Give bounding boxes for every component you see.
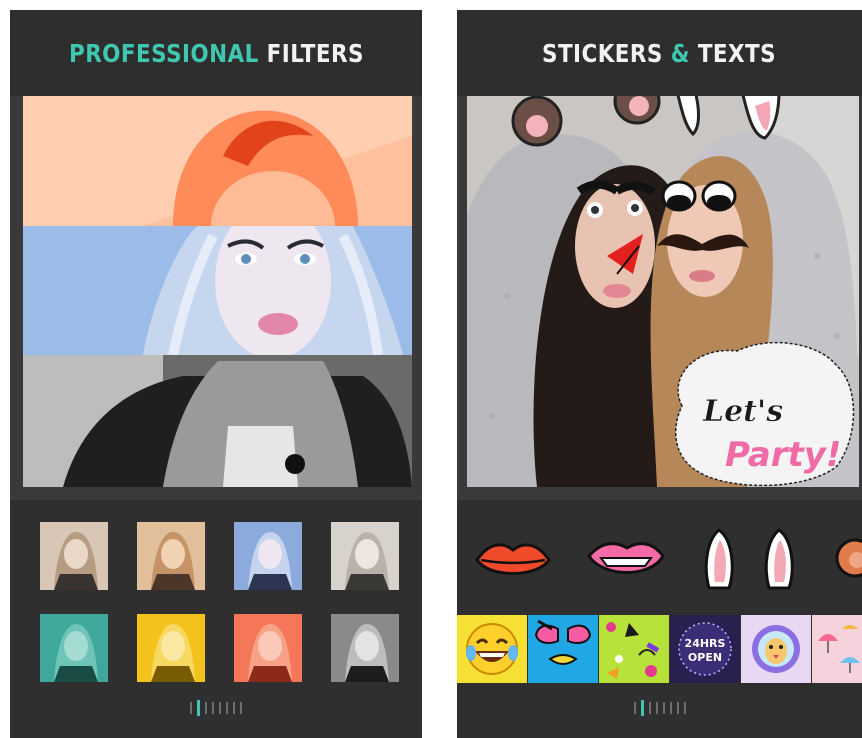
page-tick-active — [640, 700, 644, 716]
filters-header: PROFESSIONAL FILTERS — [10, 10, 422, 96]
page-tick — [219, 702, 221, 714]
sticker-tile-laughing-emoji[interactable] — [457, 615, 527, 683]
filters-title-accent: PROFESSIONAL — [68, 38, 259, 68]
lips-sticker-pink[interactable] — [587, 536, 665, 587]
stickers-header: STICKERS & TEXTS — [457, 10, 862, 96]
page-tick — [205, 702, 207, 714]
filters-page-indicator[interactable] — [10, 700, 422, 716]
filters-tray — [10, 500, 422, 738]
lets-party-line1: Let's — [702, 394, 783, 429]
page-tick — [212, 702, 214, 714]
page-tick — [240, 702, 242, 714]
sticker-tile-24hrs-open[interactable]: 24HRS OPEN — [670, 615, 740, 683]
filter-thumbnails — [40, 522, 399, 682]
page-tick — [655, 702, 658, 714]
stickers-tray: 24HRS OPEN — [457, 500, 862, 738]
filter-thumb-mono[interactable] — [331, 614, 399, 682]
stickers-title-part1: STICKERS — [542, 38, 664, 68]
filters-title: PROFESSIONAL FILTERS — [69, 39, 364, 68]
filter-thumb-original[interactable] — [40, 522, 108, 590]
filter-preview-photo[interactable] — [23, 96, 412, 487]
lets-party-line2: Party! — [725, 435, 841, 475]
page-tick — [669, 702, 672, 714]
sticker-tile-lion[interactable] — [741, 615, 811, 683]
lets-party-sticker[interactable]: Let's Party! — [675, 341, 855, 487]
filter-preview-illustration — [23, 96, 412, 487]
sticker-preview-illustration: Let's Party! — [467, 96, 859, 487]
clock-sticker-line2: OPEN — [688, 651, 722, 664]
stickers-page-indicator[interactable] — [457, 700, 862, 716]
bear-ear-sticker[interactable] — [829, 536, 862, 587]
stickers-title: STICKERS & TEXTS — [542, 39, 776, 68]
filters-panel: PROFESSIONAL FILTERS — [10, 10, 422, 738]
page-tick — [648, 702, 651, 714]
page-tick-active — [197, 700, 200, 716]
page-tick — [683, 702, 686, 714]
filter-thumb-fade[interactable] — [331, 522, 399, 590]
sticker-preview-photo[interactable]: Let's Party! — [467, 96, 859, 487]
sticker-tile-umbrellas[interactable] — [812, 615, 862, 683]
page-tick — [233, 702, 235, 714]
page-tick — [633, 702, 636, 714]
clock-sticker-line1: 24HRS — [685, 637, 726, 650]
filter-thumb-orange[interactable] — [234, 614, 302, 682]
stickers-title-part2: TEXTS — [698, 38, 777, 68]
page-tick — [676, 702, 679, 714]
stickers-title-amp: & — [663, 38, 699, 68]
bunny-ears-sticker[interactable] — [703, 526, 797, 595]
filter-thumb-blue[interactable] — [234, 522, 302, 590]
sticker-tile-glasses-face[interactable] — [528, 615, 598, 683]
page-tick — [662, 702, 665, 714]
filter-thumb-yellow[interactable] — [137, 614, 205, 682]
filters-title-rest: FILTERS — [258, 38, 364, 68]
filter-thumb-warm[interactable] — [137, 522, 205, 590]
stickers-panel: STICKERS & TEXTS Let's Party! 24HRS OPEN — [457, 10, 862, 738]
filter-thumb-teal[interactable] — [40, 614, 108, 682]
page-tick — [190, 702, 192, 714]
sticker-tile-confetti[interactable] — [599, 615, 669, 683]
page-tick — [226, 702, 228, 714]
lips-sticker-red[interactable] — [475, 538, 551, 587]
